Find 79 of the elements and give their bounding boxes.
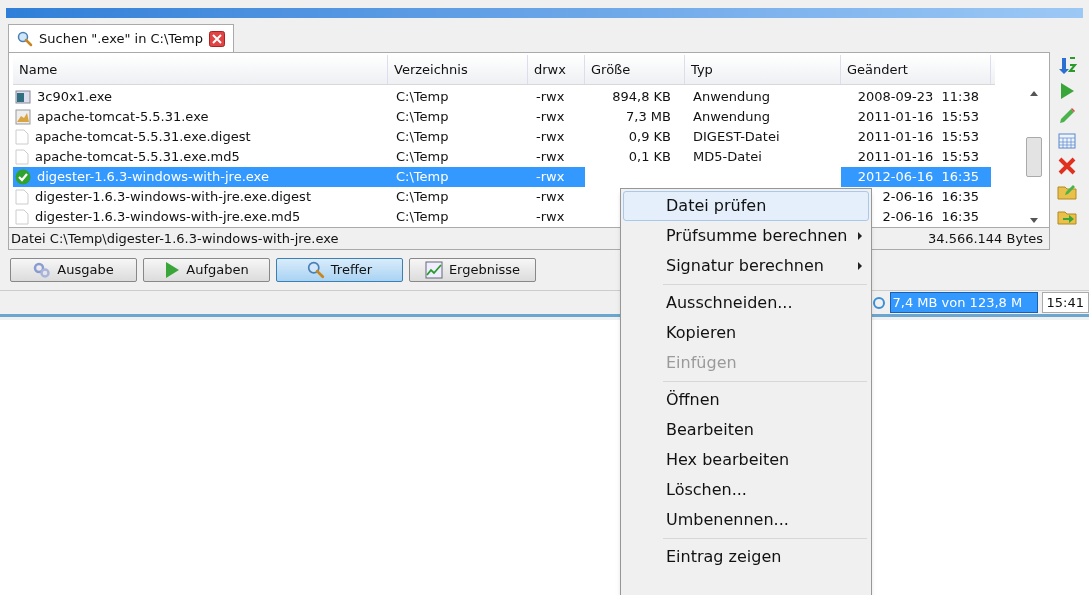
table-cell[interactable]: digester-1.6.3-windows-with-jre.exe.digest: [13, 187, 388, 207]
view-button[interactable]: Ausgabe: [10, 258, 137, 282]
menu-item[interactable]: Löschen...: [623, 475, 869, 505]
tab-label: Suchen ".exe" in C:\Temp: [39, 29, 203, 48]
checkmark-icon: [15, 169, 31, 185]
table-cell-text: 2-06-16 16:35: [881, 188, 980, 207]
table-cell-text: 2011-01-16 15:53: [856, 128, 980, 147]
chart-icon: [424, 261, 443, 279]
column-header[interactable]: Geändert: [841, 55, 991, 84]
table-cell[interactable]: digester-1.6.3-windows-with-jre.exe.md5: [13, 207, 388, 227]
column-header[interactable]: Größe: [585, 55, 685, 84]
file-icon: [15, 209, 29, 225]
table-cell-text: C:\Temp: [395, 208, 450, 227]
memory-usage: 7,4 MB von 123,8 M: [889, 291, 1038, 314]
table-icon[interactable]: [1057, 131, 1077, 151]
table-cell-text: 2011-01-16 15:53: [856, 108, 980, 127]
sort-icon[interactable]: [1057, 56, 1077, 76]
table-cell: 2012-06-16 16:35: [841, 167, 991, 187]
table-cell-text: 7,3 MB: [625, 108, 672, 127]
file-path: Datei C:\Temp\digester-1.6.3-windows-with-jre.exe: [11, 229, 339, 248]
recycle-icon[interactable]: [871, 295, 886, 310]
table-cell-text: -rwx: [535, 208, 566, 227]
view-button[interactable]: Ergebnisse: [409, 258, 536, 282]
table-cell-text: C:\Temp: [395, 188, 450, 207]
table-cell[interactable]: apache-tomcat-5.5.31.exe.digest: [13, 127, 388, 147]
table-cell-text: 0,1 KB: [627, 148, 672, 167]
table-cell: -rwx: [528, 167, 585, 187]
table-cell-text: C:\Temp: [395, 108, 450, 127]
application-icon: [15, 89, 31, 105]
close-icon[interactable]: [1057, 156, 1077, 176]
menu-item[interactable]: Datei prüfen: [623, 191, 869, 221]
table-cell-text: -rwx: [535, 148, 566, 167]
menu-item[interactable]: Signatur berechnen: [623, 251, 869, 281]
view-button[interactable]: Aufgaben: [143, 258, 270, 282]
table-cell-text: -rwx: [535, 188, 566, 207]
close-icon[interactable]: [209, 30, 225, 47]
table-cell[interactable]: apache-tomcat-5.5.31.exe: [13, 107, 388, 127]
file-size: 34.566.144 Bytes: [927, 229, 1043, 248]
table-cell-text: -rwx: [535, 88, 566, 107]
column-header[interactable]: Name: [13, 55, 388, 84]
search-icon: [17, 30, 33, 47]
table-cell-text: DIGEST-Datei: [692, 128, 781, 147]
table-cell-text: 2-06-16 16:35: [881, 208, 980, 227]
column-header[interactable]: Typ: [685, 55, 841, 84]
play-icon: [164, 261, 181, 279]
gears-icon: [33, 262, 52, 278]
table-cell[interactable]: 3c90x1.exe: [13, 87, 388, 107]
table-cell-text: 2011-01-16 15:53: [856, 148, 980, 167]
menu-item[interactable]: Öffnen: [623, 385, 869, 415]
menu-item[interactable]: Kopieren: [623, 318, 869, 348]
file-icon: [15, 149, 29, 165]
file-icon: [15, 189, 29, 205]
menu-item[interactable]: Umbenennen...: [623, 505, 869, 535]
table-cell-text: Anwendung: [692, 88, 771, 107]
search-icon: [306, 261, 325, 279]
menu-item[interactable]: Bearbeiten: [623, 415, 869, 445]
menu-item[interactable]: Hex bearbeiten: [623, 445, 869, 475]
table-cell-text: 2008-09-23 11:38: [856, 88, 980, 107]
view-button[interactable]: Treffer: [276, 258, 403, 282]
table-cell-text: -rwx: [535, 108, 566, 127]
table-cell-text: 894,8 KB: [611, 88, 672, 107]
table-cell-text: C:\Temp: [395, 88, 450, 107]
menu-item[interactable]: Prüfsumme berechnen: [623, 221, 869, 251]
table-cell-text: Anwendung: [692, 108, 771, 127]
table-cell-text: 0,9 KB: [627, 128, 672, 147]
table-cell-text: MD5-Datei: [692, 148, 763, 167]
search-tab[interactable]: Suchen ".exe" in C:\Temp: [8, 24, 234, 52]
menu-item[interactable]: Ausschneiden...: [623, 288, 869, 318]
column-header[interactable]: drwx: [528, 55, 585, 84]
file-icon: [15, 129, 29, 145]
column-header[interactable]: Verzeichnis: [388, 55, 528, 84]
menu-item[interactable]: Eintrag zeigen: [623, 542, 869, 572]
pencil-icon[interactable]: [1057, 106, 1077, 126]
table-cell-text: C:\Temp: [395, 128, 450, 147]
clock: 15:41: [1041, 291, 1089, 314]
table-cell-text: C:\Temp: [395, 148, 450, 167]
table-cell[interactable]: apache-tomcat-5.5.31.exe.md5: [13, 147, 388, 167]
table-cell: C:\Temp: [388, 167, 528, 187]
table-cell-text: -rwx: [535, 128, 566, 147]
